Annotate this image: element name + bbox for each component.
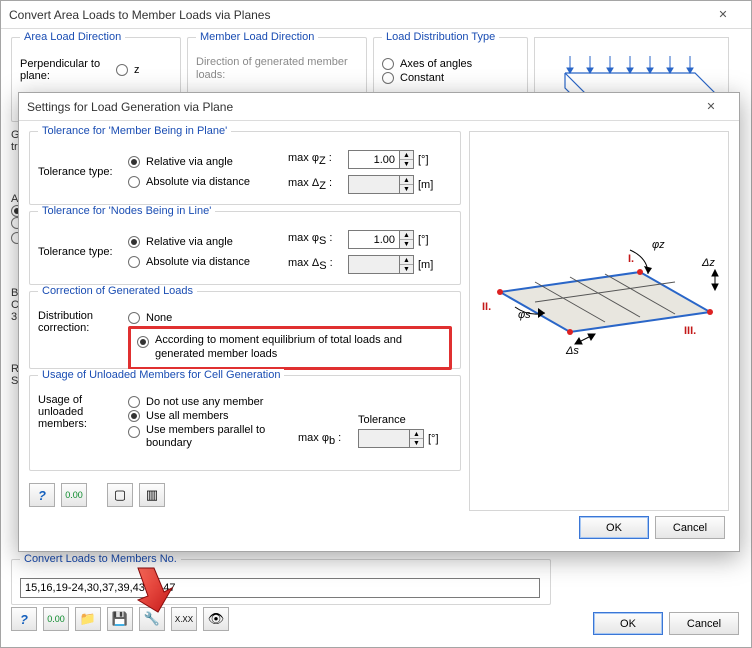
bg-close-icon[interactable]: ✕ — [703, 2, 743, 28]
settings-icon[interactable]: 🔧 — [139, 607, 165, 631]
grp-member-load-dir: Member Load Direction — [196, 31, 318, 43]
g4-label: Usage of unloaded members: — [38, 394, 128, 430]
dlg-extra2-icon[interactable]: ▥ — [139, 483, 165, 507]
g2-subs2: S — [319, 260, 326, 272]
g2-abs: Absolute via distance — [146, 256, 250, 268]
g2-toltype: Tolerance type: — [38, 246, 128, 258]
dlg-diagram: φz Δz φs Δs I. II. III. — [470, 132, 728, 510]
bg-ok-button[interactable]: OK — [593, 612, 663, 635]
g4-v — [358, 429, 410, 448]
grp-load-dist: Load Distribution Type — [382, 31, 499, 43]
svg-text:φz: φz — [652, 239, 665, 251]
g4-o2: Use all members — [146, 410, 229, 422]
g2-rel: Relative via angle — [146, 236, 233, 248]
g4-r3[interactable] — [128, 426, 140, 438]
radio-z[interactable] — [116, 64, 128, 76]
g4-maxphi: max φ — [298, 432, 329, 444]
g1-subz2: Z — [319, 180, 326, 192]
svg-text:II.: II. — [482, 301, 491, 313]
member-dir-hint: Direction of generated member loads: — [196, 56, 358, 82]
load-icon[interactable]: 📁 — [75, 607, 101, 631]
g2-u2: [m] — [418, 259, 433, 271]
g2-title: Tolerance for 'Nodes Being in Line' — [38, 205, 215, 217]
g1-title: Tolerance for 'Member Being in Plane' — [38, 125, 231, 137]
dlg-extra1-icon[interactable]: ▢ — [107, 483, 133, 507]
dist-const: Constant — [400, 72, 444, 84]
save-icon[interactable]: 💾 — [107, 607, 133, 631]
dlg-units-icon[interactable]: 0.00 — [61, 483, 87, 507]
g2-u1: [°] — [418, 234, 429, 246]
g2-radio-rel[interactable] — [128, 236, 140, 248]
svg-text:I.: I. — [628, 253, 634, 265]
g2-maxphi: max φ — [288, 232, 319, 244]
grp-area-load-dir: Area Load Direction — [20, 31, 125, 43]
g2-v2 — [348, 255, 400, 274]
dlg-help-icon[interactable]: ? — [29, 483, 55, 507]
help-icon[interactable]: ? — [11, 607, 37, 631]
g3-opt: According to moment equilibrium of total… — [155, 334, 415, 362]
svg-text:Δz: Δz — [701, 257, 715, 269]
g1-toltype: Tolerance type: — [38, 166, 128, 178]
g3-radio-opt[interactable] — [137, 336, 149, 348]
dlg-title: Settings for Load Generation via Plane — [27, 100, 691, 114]
radio-constant[interactable] — [382, 72, 394, 84]
g3-label: Distribution correction: — [38, 310, 128, 334]
g4-o1: Do not use any member — [146, 396, 263, 408]
g1-u1: [°] — [418, 154, 429, 166]
g1-radio-rel[interactable] — [128, 156, 140, 168]
svg-text:Δs: Δs — [565, 345, 579, 357]
spinner-icon[interactable]: ▲▼ — [400, 230, 414, 249]
g3-none: None — [146, 312, 172, 324]
g2-subs: S — [319, 235, 326, 247]
g1-maxphi: max φ — [288, 152, 319, 164]
spinner-icon[interactable]: ▲▼ — [400, 150, 414, 169]
g4-r1[interactable] — [128, 396, 140, 408]
spinner-icon: ▲▼ — [400, 175, 414, 194]
member-list-input[interactable] — [20, 578, 540, 598]
g4-r2[interactable] — [128, 410, 140, 422]
g2-maxd: max Δ — [288, 257, 319, 269]
radio-axes[interactable] — [382, 58, 394, 70]
dlg-close-icon[interactable]: ✕ — [691, 94, 731, 120]
units-icon[interactable]: 0.00 — [43, 607, 69, 631]
g4-o3: Use members parallel to boundary — [146, 424, 286, 450]
g2-v1[interactable] — [348, 230, 400, 249]
dlg-ok-button[interactable]: OK — [579, 516, 649, 539]
svg-text:φs: φs — [518, 309, 531, 321]
view-icon[interactable]: 👁 — [203, 607, 229, 631]
dlg-cancel-button[interactable]: Cancel — [655, 516, 725, 539]
g4-subb: b — [329, 435, 335, 447]
area-z-label: z — [134, 64, 140, 76]
g4-u: [°] — [428, 433, 439, 445]
g3-radio-none[interactable] — [128, 312, 140, 324]
g1-subz: Z — [319, 155, 326, 167]
precision-icon[interactable]: X.XX — [171, 607, 197, 631]
g4-title: Usage of Unloaded Members for Cell Gener… — [38, 369, 284, 381]
grp-convert: Convert Loads to Members No. — [20, 553, 181, 565]
svg-text:III.: III. — [684, 325, 696, 337]
g3-title: Correction of Generated Loads — [38, 285, 197, 297]
g1-maxd: max Δ — [288, 177, 319, 189]
g1-v1[interactable] — [348, 150, 400, 169]
g4-tol: Tolerance — [358, 414, 439, 426]
g1-radio-abs[interactable] — [128, 176, 140, 188]
g1-rel: Relative via angle — [146, 156, 233, 168]
g1-u2: [m] — [418, 179, 433, 191]
spinner-icon: ▲▼ — [400, 255, 414, 274]
g1-v2 — [348, 175, 400, 194]
dist-axes: Axes of angles — [400, 58, 472, 70]
area-perp-label: Perpendicular to plane: — [20, 58, 110, 82]
g2-radio-abs[interactable] — [128, 256, 140, 268]
g1-abs: Absolute via distance — [146, 176, 250, 188]
bg-cancel-button[interactable]: Cancel — [669, 612, 739, 635]
bg-title: Convert Area Loads to Member Loads via P… — [9, 8, 703, 22]
spinner-icon: ▲▼ — [410, 429, 424, 448]
